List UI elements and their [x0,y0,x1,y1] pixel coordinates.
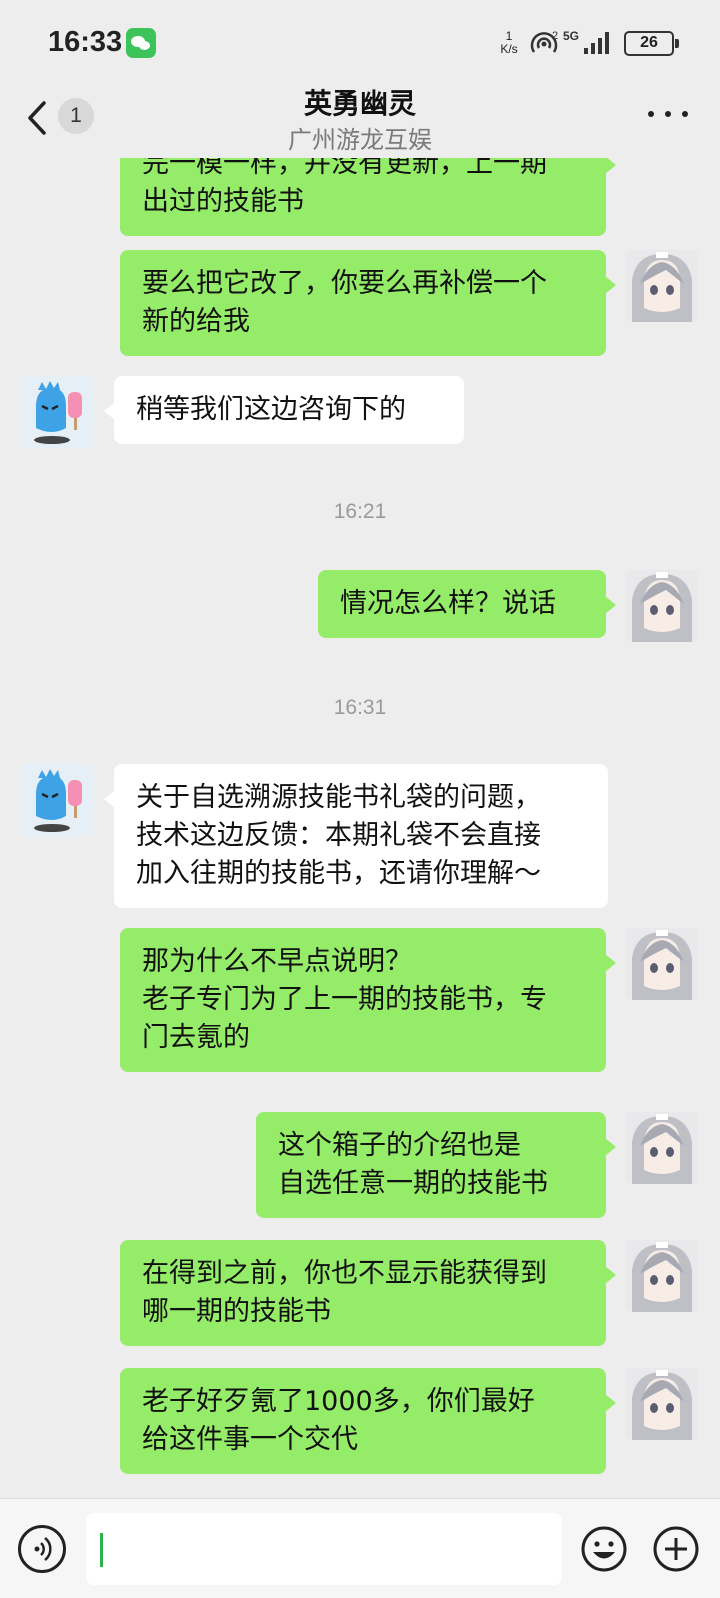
message-bubble-sent[interactable]: 情况怎么样？说话 [318,570,616,638]
network-speed-unit: K/s [500,42,518,56]
hotspot-icon: 2 [530,30,558,53]
chat-subtitle: 广州游龙互娱 [288,126,432,154]
voice-icon[interactable] [18,1525,66,1573]
my-avatar[interactable] [626,250,698,322]
svg-text:2: 2 [552,30,558,42]
message-bubble-sent[interactable]: 要么把它改了，你要么再补偿一个 新的给我 [120,250,616,356]
my-avatar[interactable] [626,1368,698,1440]
message-timestamp: 16:31 [333,696,387,719]
my-avatar[interactable] [626,570,698,642]
network-speed: 1 K/s [494,30,524,56]
chat-title: 英勇幽灵 [303,87,416,120]
plus-icon[interactable] [652,1525,700,1573]
svg-text:5G: 5G [563,29,579,43]
message-list[interactable]: 完一模一样，并没有更新，上一期 出过的技能书 要么把它改了，你要么再补偿一个 新… [0,158,720,1498]
message-timestamp: 16:21 [333,500,387,523]
wechat-icon [126,28,156,58]
message-bubble-sent[interactable]: 那为什么不早点说明？ 老子专门为了上一期的技能书，专 门去氪的 [120,928,616,1072]
chat-input-bar [0,1498,720,1598]
message-input[interactable] [86,1513,562,1585]
chat-header: 1 英勇幽灵 广州游龙互娱 [0,80,720,158]
message-bubble-received[interactable]: 稍等我们这边咨询下的 [104,376,464,444]
message-bubble-sent[interactable]: 老子好歹氪了1000多，你们最好 给这件事一个交代 [120,1368,616,1474]
emoji-icon[interactable] [580,1525,628,1573]
message-bubble-received[interactable]: 关于自选溯源技能书礼袋的问题， 技术这边反馈：本期礼袋不会直接 加入往期的技能书… [104,764,608,908]
status-bar: 16:33 1 K/s 2 5G 26 [0,0,720,80]
contact-avatar[interactable] [22,376,94,448]
more-icon[interactable] [648,104,688,124]
my-avatar[interactable] [626,1112,698,1184]
text-caret [100,1533,103,1567]
signal-icon: 5G [563,29,609,54]
my-avatar[interactable] [626,1240,698,1312]
message-bubble-sent[interactable]: 完一模一样，并没有更新，上一期 出过的技能书 [120,158,616,236]
battery-indicator: 26 [624,31,679,56]
message-bubble-sent[interactable]: 这个箱子的介绍也是 自选任意一期的技能书 [256,1112,616,1218]
message-bubble-sent[interactable]: 在得到之前，你也不显示能获得到 哪一期的技能书 [120,1240,616,1346]
status-time: 16:33 [48,26,123,58]
contact-avatar[interactable] [22,764,94,836]
my-avatar[interactable] [626,928,698,1000]
